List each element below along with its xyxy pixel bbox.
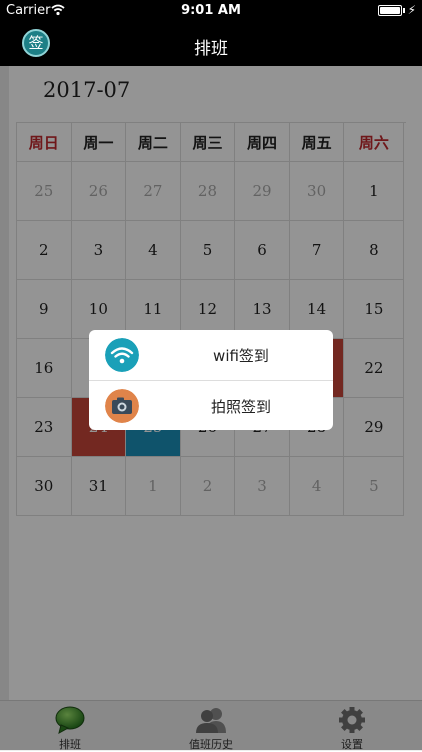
wifi-icon [105,338,139,372]
navigation-bar: 签 排班 [0,22,422,66]
charging-icon: ⚡ [407,3,416,17]
sign-in-options-popup: wifi签到 拍照签到 [89,330,333,430]
camera-icon [105,389,139,423]
photo-sign-in-label: 拍照签到 [210,398,271,416]
battery-icon [378,5,402,16]
wifi-sign-in-option[interactable]: wifi签到 [89,330,333,380]
status-bar: Carrier 9:01 AM ⚡ [0,0,422,22]
photo-sign-in-option[interactable]: 拍照签到 [89,380,333,431]
page-title: 排班 [194,39,228,59]
wifi-sign-in-label: wifi签到 [213,347,269,365]
clock: 9:01 AM [181,3,241,18]
